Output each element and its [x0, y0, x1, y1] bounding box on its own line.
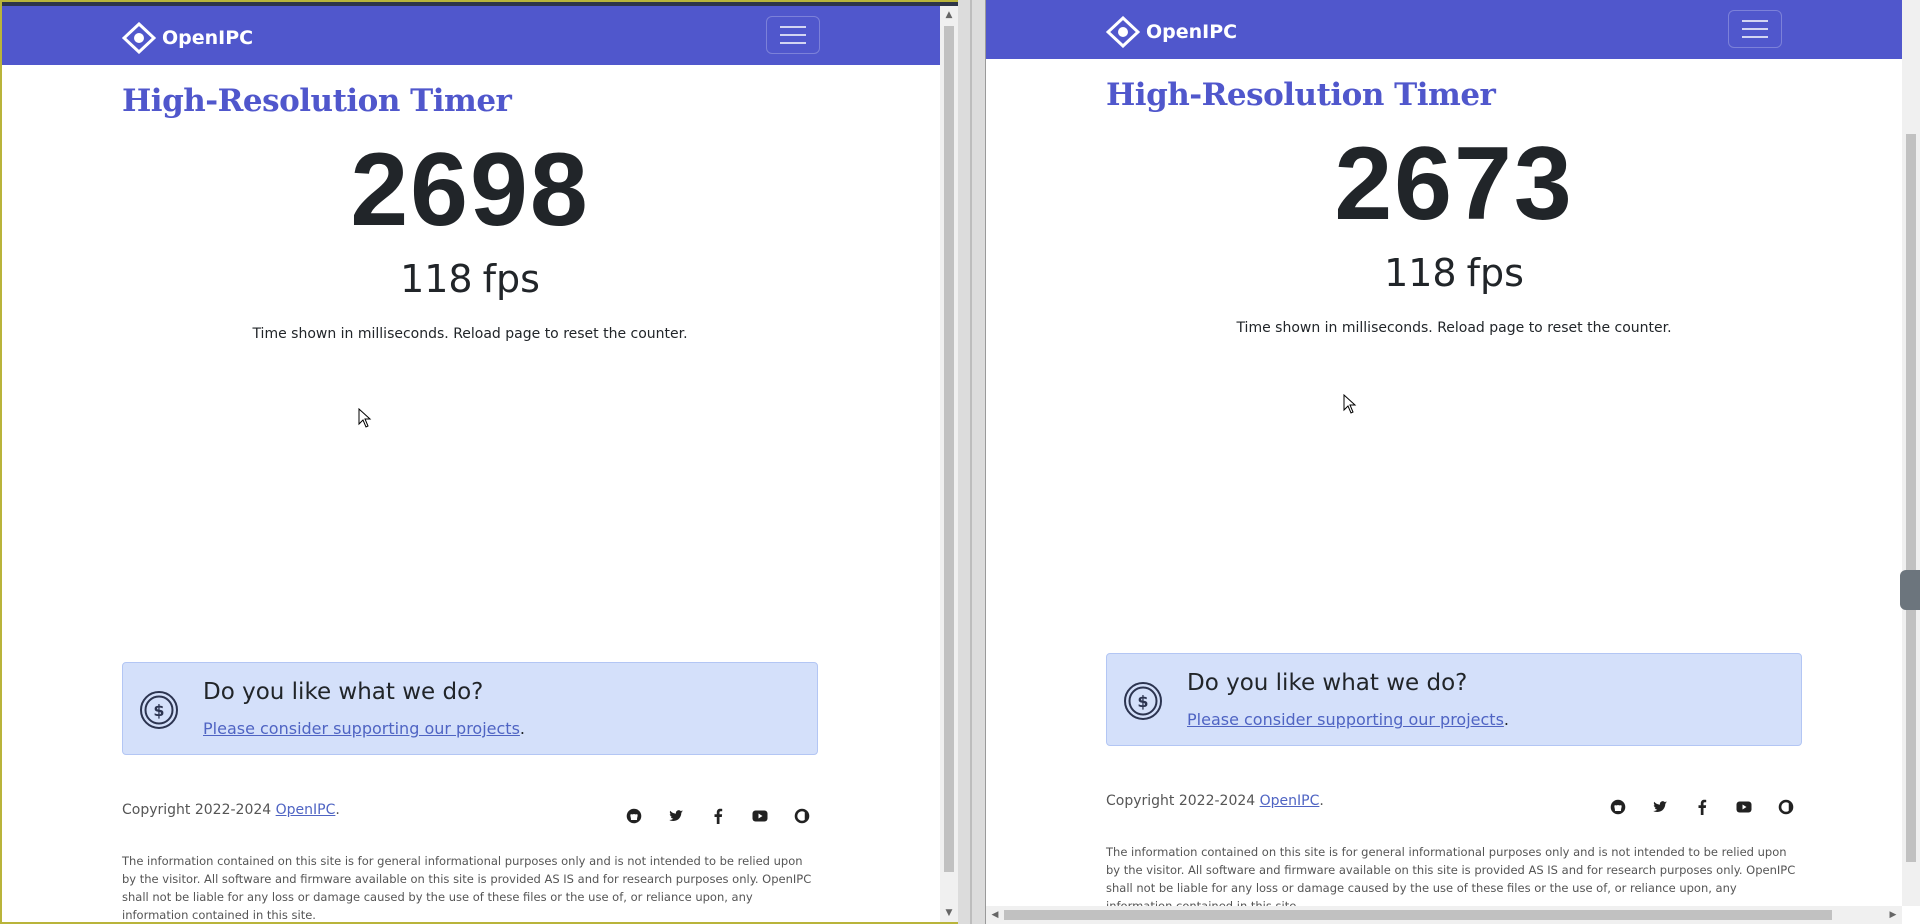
pane-splitter[interactable]: [958, 0, 985, 924]
opencollective-icon[interactable]: [1778, 799, 1794, 815]
support-suffix: .: [1503, 710, 1509, 729]
support-cta: Please consider supporting our projects.: [203, 719, 525, 738]
openipc-logo-icon: [122, 22, 156, 54]
youtube-icon[interactable]: [752, 808, 768, 824]
copyright-text: Copyright 2022-2024: [1106, 793, 1256, 809]
footer: Copyright 2022-2024 OpenIPC. The informa…: [122, 802, 818, 922]
right-viewport: OpenIPC High-Resolution Timer 2673 118 fp…: [986, 0, 1902, 906]
brand-link[interactable]: OpenIPC: [1106, 16, 1237, 48]
brand-name: OpenIPC: [1146, 21, 1238, 43]
openipc-logo-icon: [1106, 16, 1140, 48]
social-links: [1610, 799, 1794, 815]
navbar-toggler-button[interactable]: [766, 16, 820, 54]
navbar: OpenIPC: [2, 6, 940, 65]
twitter-icon[interactable]: [1652, 799, 1668, 815]
vertical-scrollbar[interactable]: [1902, 0, 1920, 906]
page-title: High-Resolution Timer: [1106, 77, 1496, 113]
right-browser-pane: OpenIPC High-Resolution Timer 2673 118 fp…: [985, 0, 1920, 924]
timer-note: Time shown in milliseconds. Reload page …: [252, 326, 688, 343]
fps-value: 118: [1384, 251, 1457, 296]
svg-text:$: $: [1137, 692, 1148, 711]
menu-bar: [780, 34, 806, 36]
support-suffix: .: [519, 719, 525, 738]
menu-bar: [1742, 20, 1768, 22]
social-links: [626, 808, 810, 824]
navbar-toggler-button[interactable]: [1728, 10, 1782, 48]
horizontal-scrollbar-thumb[interactable]: [1004, 910, 1832, 920]
support-link[interactable]: Please consider supporting our projects: [203, 719, 520, 738]
fps-value: 118: [400, 257, 473, 302]
openipc-link[interactable]: OpenIPC: [276, 802, 336, 818]
splitter-line: [970, 0, 972, 924]
github-icon[interactable]: [1610, 799, 1626, 815]
navbar: OpenIPC: [986, 0, 1902, 59]
support-cta: Please consider supporting our projects.: [1187, 710, 1509, 729]
support-link[interactable]: Please consider supporting our projects: [1187, 710, 1504, 729]
openipc-link[interactable]: OpenIPC: [1260, 793, 1320, 809]
vertical-scrollbar[interactable]: ▲ ▼: [940, 6, 958, 922]
disclaimer: The information contained on this site i…: [1106, 845, 1796, 906]
scroll-down-arrow-icon[interactable]: ▼: [940, 904, 958, 922]
fps-readout: 118 fps: [1106, 254, 1802, 292]
footer: Copyright 2022-2024 OpenIPC. The informa…: [1106, 793, 1802, 906]
timer-counter: 2698: [350, 132, 590, 249]
side-panel-tab[interactable]: [1900, 570, 1920, 610]
twitter-icon[interactable]: [668, 808, 684, 824]
scrollbar-thumb[interactable]: [1906, 134, 1916, 862]
page-title: High-Resolution Timer: [122, 83, 512, 119]
scroll-up-arrow-icon[interactable]: ▲: [940, 6, 958, 24]
mouse-cursor-icon: [358, 408, 372, 428]
copyright-suffix: .: [335, 802, 340, 818]
support-banner: $ Do you like what we do? Please conside…: [122, 662, 818, 755]
menu-bar: [1742, 28, 1768, 30]
facebook-icon[interactable]: [1694, 799, 1710, 815]
dollar-circle-icon: $: [140, 691, 178, 729]
support-banner: $ Do you like what we do? Please conside…: [1106, 653, 1802, 746]
fps-unit: fps: [1466, 251, 1524, 296]
scrollbar-thumb[interactable]: [944, 26, 954, 872]
facebook-icon[interactable]: [710, 808, 726, 824]
left-browser-pane: OpenIPC High-Resolution Timer 2698 118 fp…: [0, 0, 960, 924]
menu-bar: [1742, 36, 1768, 38]
mouse-cursor-icon: [1343, 394, 1357, 414]
fps-readout: 118 fps: [122, 260, 818, 298]
brand-name: OpenIPC: [162, 27, 254, 49]
scroll-right-arrow-icon[interactable]: ▶: [1884, 906, 1902, 924]
scroll-left-arrow-icon[interactable]: ◀: [986, 906, 1004, 924]
copyright-text: Copyright 2022-2024: [122, 802, 272, 818]
github-icon[interactable]: [626, 808, 642, 824]
dollar-circle-icon: $: [1124, 682, 1162, 720]
disclaimer: The information contained on this site i…: [122, 854, 812, 922]
youtube-icon[interactable]: [1736, 799, 1752, 815]
menu-bar: [780, 42, 806, 44]
horizontal-scrollbar[interactable]: ◀ ▶: [986, 906, 1902, 924]
fps-unit: fps: [482, 257, 540, 302]
left-viewport: OpenIPC High-Resolution Timer 2698 118 fp…: [2, 6, 940, 922]
brand-link[interactable]: OpenIPC: [122, 22, 253, 54]
main-content: High-Resolution Timer 2698 118 fps Time s…: [122, 65, 818, 342]
copyright-suffix: .: [1319, 793, 1324, 809]
menu-bar: [780, 26, 806, 28]
opencollective-icon[interactable]: [794, 808, 810, 824]
support-question: Do you like what we do?: [1187, 670, 1468, 696]
timer-counter: 2673: [1334, 126, 1574, 243]
timer-note: Time shown in milliseconds. Reload page …: [1236, 320, 1672, 337]
support-question: Do you like what we do?: [203, 679, 484, 705]
svg-text:$: $: [153, 701, 164, 720]
main-content: High-Resolution Timer 2673 118 fps Time s…: [1106, 59, 1802, 336]
